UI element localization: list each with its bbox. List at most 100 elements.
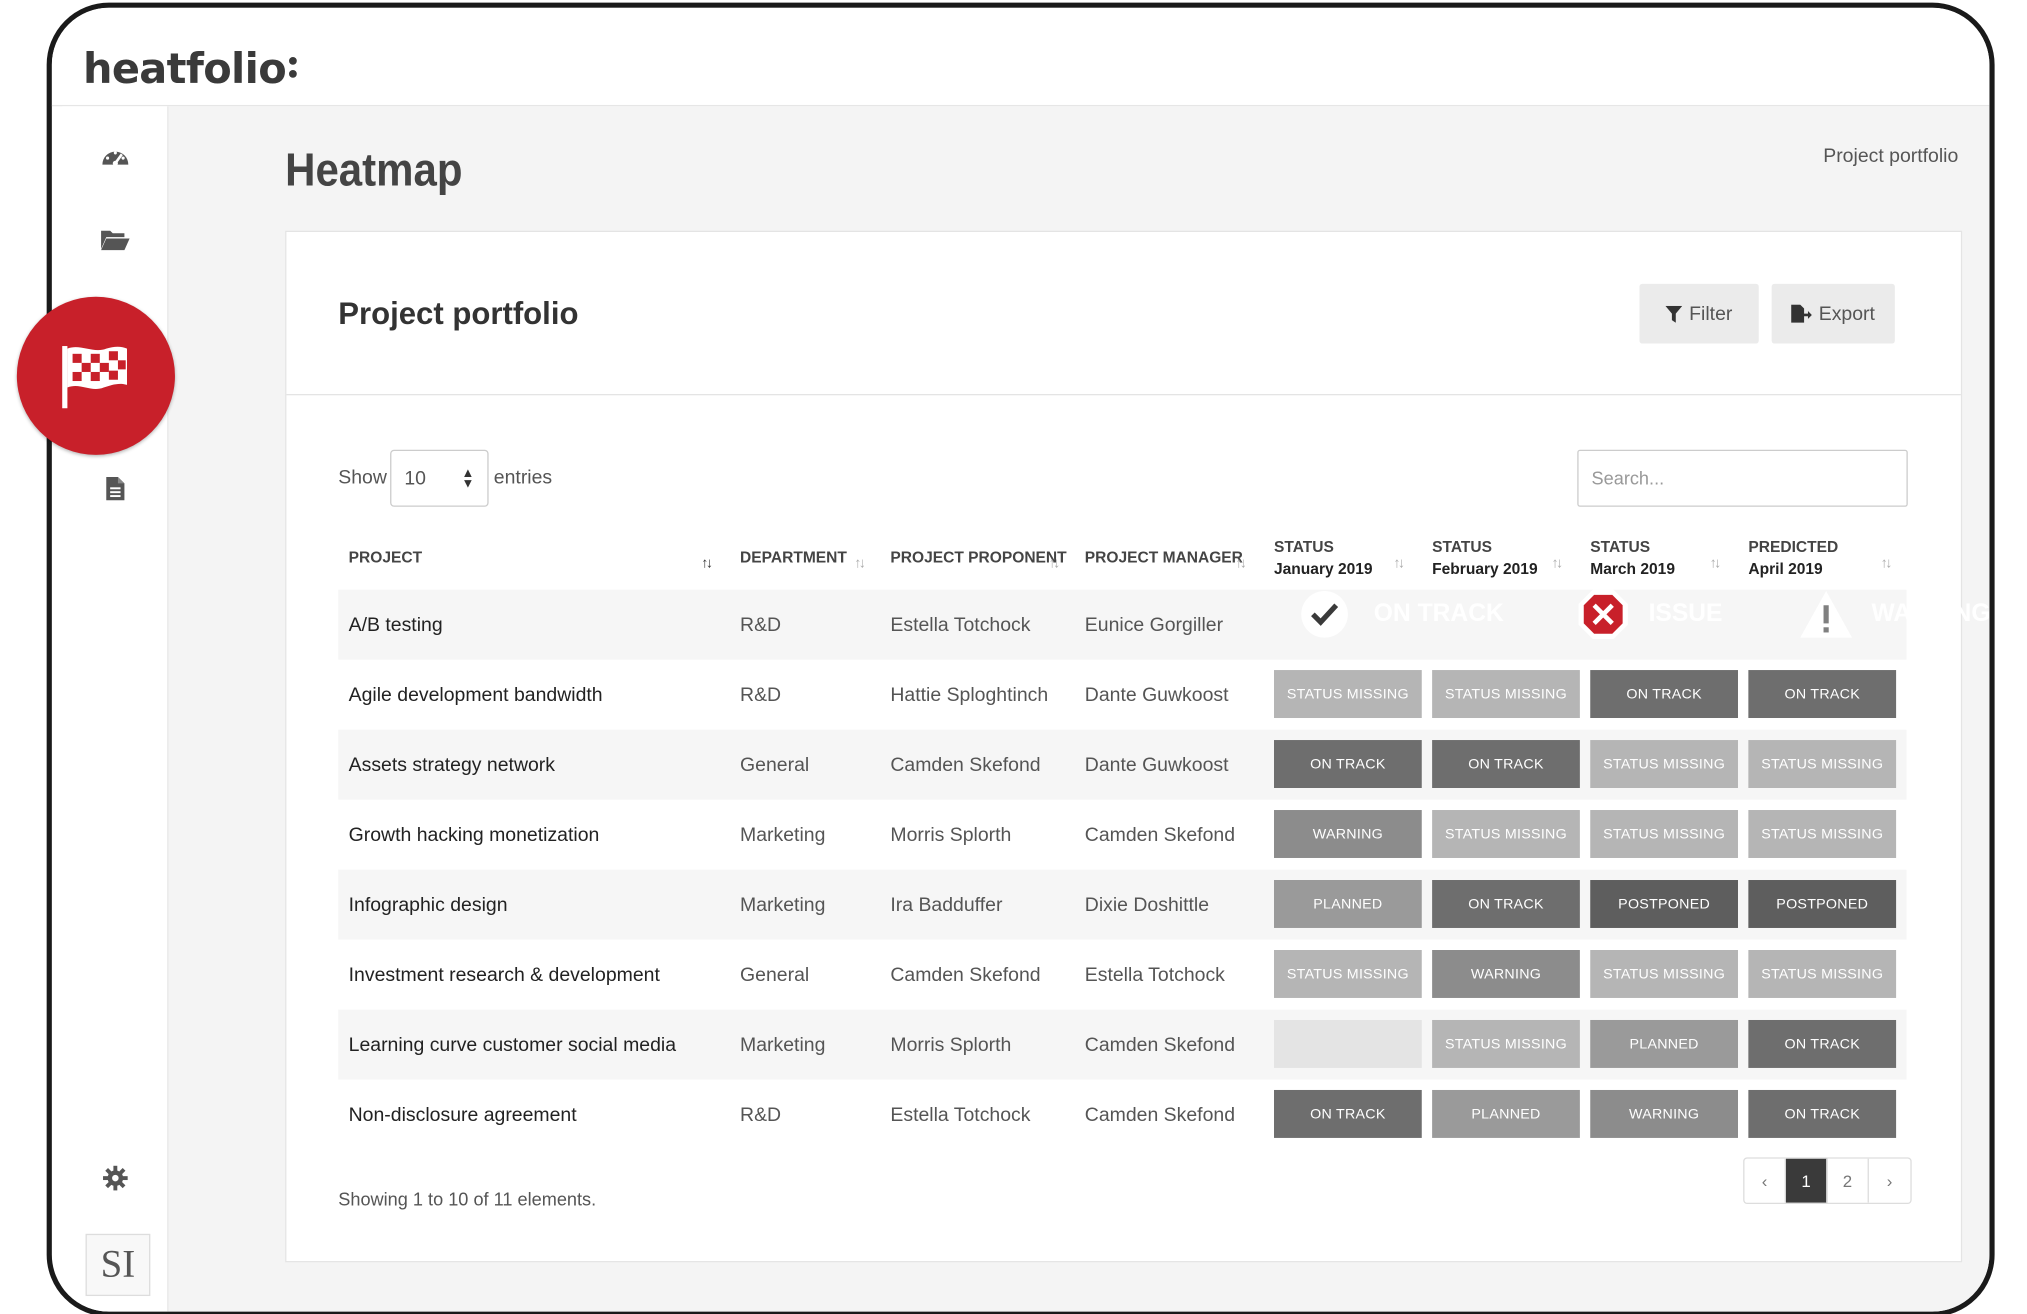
status-cell[interactable]: STATUS MISSING [1748,740,1897,788]
page-size-select[interactable]: 10 ▲ ▼ [390,449,489,507]
prev-page-button[interactable]: ‹ [1744,1158,1786,1203]
file-export-icon [1791,304,1813,323]
status-cell[interactable]: STATUS MISSING [1748,949,1897,998]
status-cell[interactable]: STATUS MISSING [1590,949,1738,998]
app-logo[interactable]: heatfolio [83,44,297,93]
column-label: PROJECT [348,548,423,567]
table-row[interactable]: Growth hacking monetization Marketing Morr… [338,800,1906,870]
table-row[interactable]: Infographic design Marketing Ira Badduffer… [338,869,1907,940]
check-circle-icon [1299,590,1351,639]
status-cell[interactable]: WARNING [1590,1089,1738,1138]
top-bar: heatfolio [51,7,1990,107]
column-sublabel: March 2019 [1590,559,1675,579]
table-row[interactable]: Non-disclosure agreement R&D Estella Totch… [338,1080,1906,1150]
status-cell[interactable]: POSTPONED [1748,880,1897,928]
cell-proponent: Estella Totchock [890,1104,1031,1127]
table-row[interactable]: Assets strategy network General Camden Ske… [338,729,1907,800]
page-title: Heatmap [285,142,463,196]
status-cell[interactable]: STATUS MISSING [1590,810,1738,858]
legend-warning-label: WARNING [1871,600,1991,628]
status-cell[interactable]: STATUS MISSING [1590,740,1738,788]
sort-arrows-icon[interactable]: ↑↓ [1551,556,1563,572]
cell-project: A/B testing [348,614,443,637]
status-cell[interactable]: ON TRACK [1748,1089,1897,1138]
status-cell[interactable]: WARNING [1274,810,1422,858]
column-header-status-mar[interactable]: STATUS March 2019 [1590,538,1675,578]
user-avatar[interactable]: SI [85,1233,151,1297]
page-1-button[interactable]: 1 [1785,1158,1828,1203]
sort-arrows-icon[interactable]: ↑↓ [1235,556,1247,572]
status-cell[interactable]: POSTPONED [1590,880,1738,928]
cell-proponent: Estella Totchock [890,614,1031,637]
filter-button[interactable]: Filter [1639,283,1759,344]
column-header-department[interactable]: DEPARTMENT [740,548,847,566]
table-row[interactable]: Investment research & development General… [338,940,1906,1010]
status-cell[interactable]: ON TRACK [1432,880,1580,928]
column-label: PREDICTED [1748,537,1839,557]
cell-project: Learning curve customer social media [348,1034,677,1057]
column-header-project[interactable]: PROJECT [349,548,422,566]
status-cell[interactable]: ON TRACK [1274,1089,1422,1138]
document-icon[interactable] [96,469,135,508]
status-cell[interactable] [1274,1019,1422,1068]
column-header-predicted-apr[interactable]: PREDICTED April 2019 [1748,538,1838,578]
column-header-project-manager[interactable]: PROJECT MANAGER [1085,548,1243,566]
sort-arrows-icon[interactable]: ↑↓ [1881,556,1893,572]
status-cell[interactable]: ON TRACK [1590,670,1738,719]
dashboard-gauge-icon[interactable] [96,137,135,176]
open-folder-icon[interactable] [96,220,135,259]
column-header-status-feb[interactable]: STATUS February 2019 [1432,538,1537,578]
column-header-status-jan[interactable]: STATUS January 2019 [1274,538,1373,578]
cell-project: Non-disclosure agreement [348,1104,577,1127]
status-cell[interactable]: PLANNED [1432,1089,1580,1138]
table-summary: Showing 1 to 10 of 11 elements. [338,1188,597,1210]
main-content: Heatmap Project portfolio Project portfo… [168,106,1990,1312]
sort-arrows-icon[interactable]: ↑↓ [701,556,713,572]
export-label: Export [1818,302,1875,325]
legend-on-track: ON TRACK [1273,578,1527,651]
entries-label: entries [493,466,553,489]
status-cell[interactable]: STATUS MISSING [1432,1019,1580,1068]
x-octagon-icon [1576,587,1630,641]
cell-department: R&D [740,614,782,637]
cell-manager: Dante Guwkoost [1084,684,1229,707]
logo-dots-icon [288,54,297,83]
sort-arrows-icon[interactable]: ↑↓ [1709,556,1721,572]
sort-arrows-icon[interactable]: ↑↓ [1048,556,1060,572]
portfolio-flag-button[interactable] [16,296,175,455]
breadcrumb[interactable]: Project portfolio [1823,145,1958,167]
sort-arrows-icon[interactable]: ↑↓ [1393,556,1405,572]
status-cell[interactable]: PLANNED [1274,880,1422,928]
pagination: ‹ 1 2 › [1743,1157,1912,1205]
gear-icon[interactable] [96,1159,135,1198]
cell-department: General [740,754,810,777]
export-button[interactable]: Export [1771,283,1895,344]
cell-department: R&D [740,1104,782,1127]
status-cell[interactable]: STATUS MISSING [1432,670,1580,719]
status-cell[interactable]: STATUS MISSING [1748,810,1897,858]
table-row[interactable]: Agile development bandwidth R&D Hattie Spl… [338,660,1906,730]
status-cell[interactable]: ON TRACK [1748,670,1897,719]
status-cell[interactable]: STATUS MISSING [1274,670,1422,719]
status-cell[interactable]: WARNING [1432,949,1580,998]
status-cell[interactable]: PLANNED [1590,1019,1738,1068]
page-2-button[interactable]: 2 [1827,1158,1869,1203]
search-input[interactable] [1577,449,1908,507]
table-row[interactable]: Learning curve customer social media Mark… [338,1009,1907,1080]
status-cell[interactable]: ON TRACK [1748,1019,1897,1068]
status-cell[interactable]: STATUS MISSING [1274,949,1422,998]
next-page-button[interactable]: › [1869,1159,1910,1203]
column-label: STATUS [1274,537,1334,557]
column-label: PROJECT PROPONENT [890,548,1067,567]
cell-department: R&D [740,684,782,707]
cell-project: Agile development bandwidth [348,684,603,707]
legend-warning: WARNING [1770,578,2023,651]
status-cell[interactable]: STATUS MISSING [1432,810,1580,858]
status-cell[interactable]: ON TRACK [1274,740,1422,788]
status-cell[interactable]: ON TRACK [1432,740,1580,788]
cell-project: Infographic design [348,894,508,917]
column-header-project-proponent[interactable]: PROJECT PROPONENT [890,548,1066,566]
legend-issue-label: ISSUE [1648,600,1723,628]
sort-arrows-icon[interactable]: ↑↓ [854,556,866,572]
cell-project: Assets strategy network [348,754,556,777]
